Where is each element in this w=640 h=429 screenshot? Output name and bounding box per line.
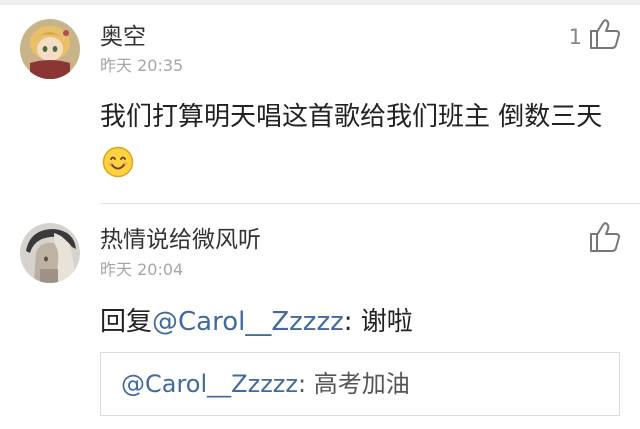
avatar[interactable] [20, 19, 80, 79]
comment-text: 我们打算明天唱这首歌给我们班主 倒数三天 [100, 93, 630, 189]
comment-item: 热情说给微风听 昨天 20:04 回复@Carol__Zzzzz: 谢啦 @Ca… [0, 204, 640, 429]
avatar[interactable] [20, 223, 80, 283]
comment-body: 我们打算明天唱这首歌给我们班主 倒数三天 [100, 102, 603, 132]
thumbs-up-icon [590, 222, 620, 252]
like-count: 1 [568, 25, 582, 49]
username[interactable]: 热情说给微风听 [100, 226, 261, 254]
quoted-mention-link[interactable]: @Carol__Zzzzz [121, 370, 298, 398]
timestamp: 昨天 20:35 [100, 56, 184, 75]
avatar-image [20, 223, 80, 283]
username[interactable]: 奥空 [100, 23, 146, 51]
like-button[interactable]: 1 [569, 17, 622, 51]
reply-prefix: 回复 [100, 307, 153, 337]
reply-text: : 谢啦 [343, 307, 413, 337]
smiling-face-emoji [102, 146, 134, 178]
avatar-image [20, 19, 80, 79]
timestamp: 昨天 20:04 [100, 260, 184, 279]
quoted-comment[interactable]: @Carol__Zzzzz: 高考加油 [100, 352, 620, 416]
comment-item: 奥空 昨天 20:35 1 我们打算明天唱这首歌给我们班主 倒数三天 [0, 5, 640, 203]
thumbs-up-icon [590, 19, 620, 49]
comments-page: 奥空 昨天 20:35 1 我们打算明天唱这首歌给我们班主 倒数三天 热情说给微… [0, 0, 640, 429]
mention-link[interactable]: @Carol__Zzzzz [152, 307, 344, 337]
comment-text: 回复@Carol__Zzzzz: 谢啦 [100, 298, 630, 346]
like-button[interactable] [588, 220, 622, 254]
quoted-text: : 高考加油 [298, 370, 410, 398]
